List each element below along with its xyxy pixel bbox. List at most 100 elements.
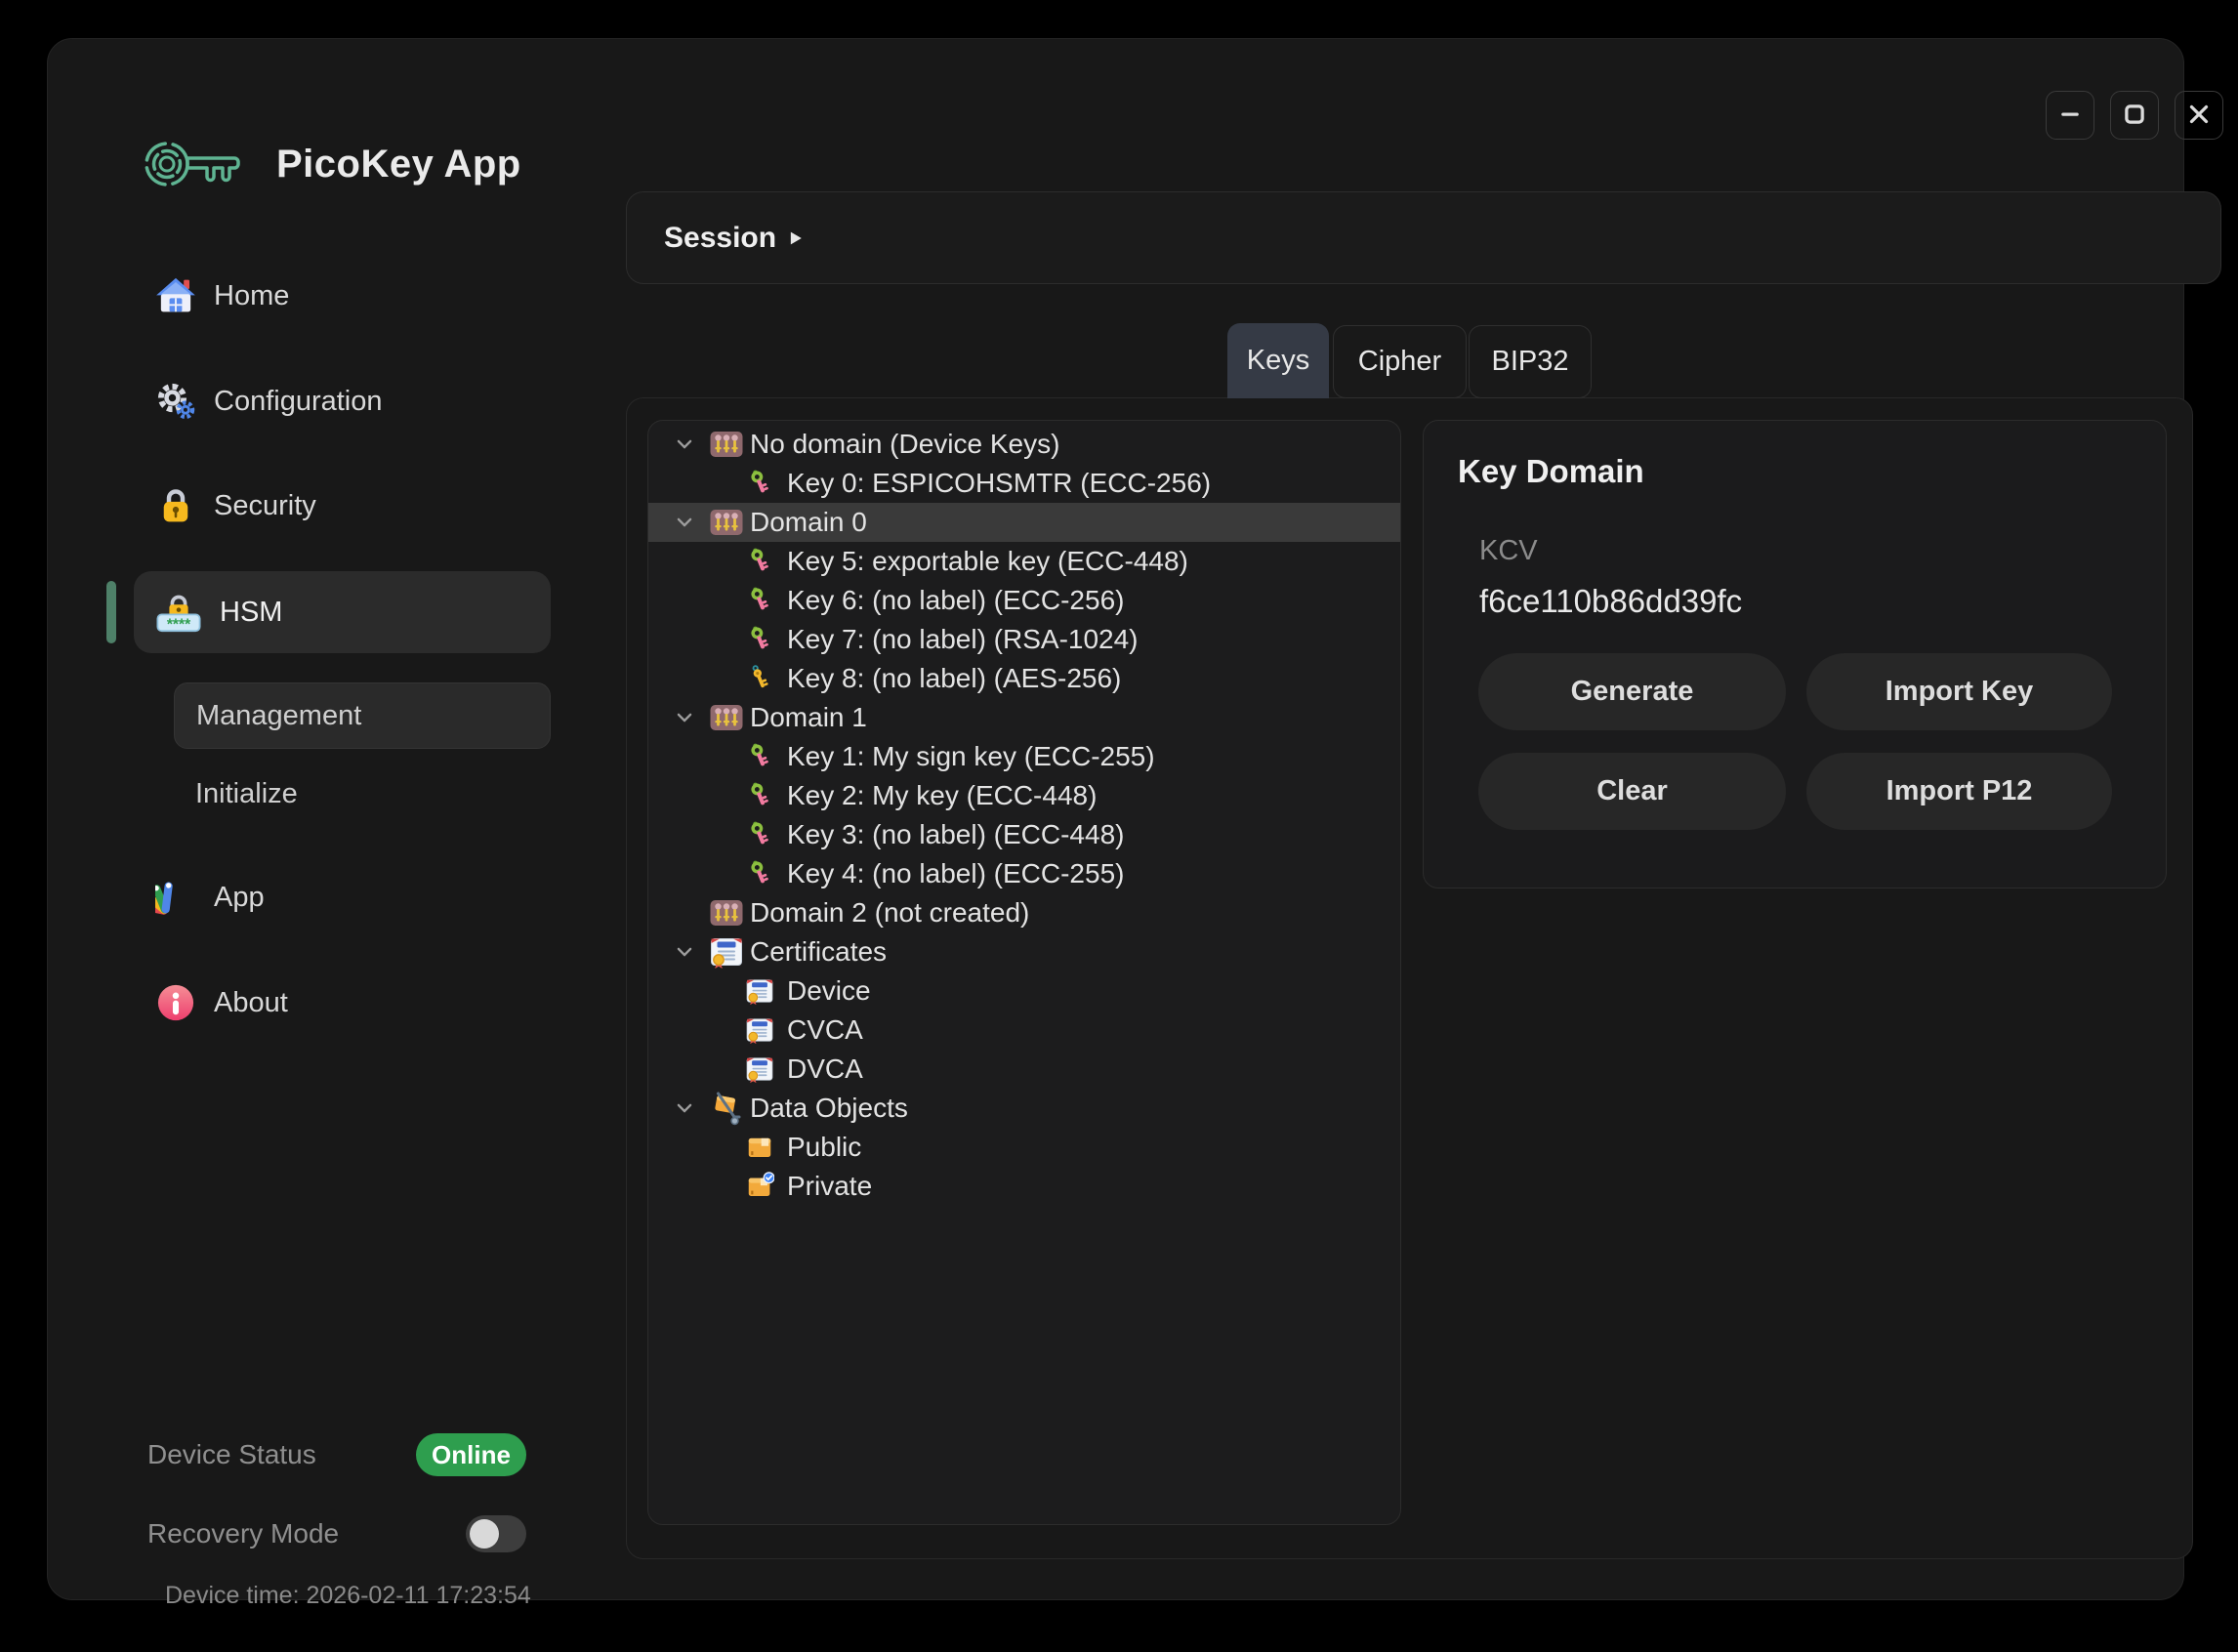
- tree-item-label: Device: [787, 975, 871, 1007]
- tab-keys[interactable]: Keys: [1227, 323, 1329, 398]
- tree-item-label: Key 6: (no label) (ECC-256): [787, 585, 1124, 616]
- tree-row[interactable]: Domain 2 (not created): [648, 893, 1400, 932]
- session-label: Session: [664, 222, 776, 255]
- sidebar-item-home[interactable]: Home: [134, 262, 551, 330]
- tree-item-label: Certificates: [750, 936, 887, 968]
- chevron-spacer: [674, 893, 709, 932]
- sidebar-item-label: Security: [214, 490, 316, 522]
- tree-row[interactable]: Domain 1: [648, 698, 1400, 737]
- sidebar-item-hsm[interactable]: **** HSM: [134, 571, 551, 653]
- sidebar-subitem-management[interactable]: Management: [174, 682, 551, 749]
- recovery-mode-toggle[interactable]: [466, 1515, 526, 1552]
- tree-row[interactable]: Key 5: exportable key (ECC-448): [648, 542, 1400, 581]
- gears-icon: [155, 381, 196, 422]
- chevron-down-icon[interactable]: [674, 503, 709, 542]
- sidebar-subitem-initialize[interactable]: Initialize: [174, 761, 551, 827]
- chevron-down-icon[interactable]: [674, 1089, 709, 1128]
- app-title: PicoKey App: [276, 143, 521, 186]
- tree-item-label: Domain 2 (not created): [750, 897, 1029, 929]
- color-fan-icon: [155, 877, 196, 918]
- package-check-icon: [745, 1172, 774, 1201]
- kcv-label: KCV: [1479, 535, 1538, 567]
- tree-item-label: Key 7: (no label) (RSA-1024): [787, 624, 1139, 655]
- tree-item-label: Key 1: My sign key (ECC-255): [787, 741, 1155, 772]
- key-green-icon: [745, 547, 774, 576]
- tree-row[interactable]: Key 7: (no label) (RSA-1024): [648, 620, 1400, 659]
- key-tree: No domain (Device Keys) Key 0: ESPICOHSMT…: [647, 420, 1401, 1525]
- info-icon: [155, 982, 196, 1023]
- tree-row[interactable]: DVCA: [648, 1050, 1400, 1089]
- generate-button[interactable]: Generate: [1478, 653, 1786, 730]
- sidebar-item-security[interactable]: Security: [134, 472, 551, 540]
- tree-row[interactable]: Key 4: (no label) (ECC-255): [648, 854, 1400, 893]
- package-icon: [745, 1133, 774, 1162]
- tree-item-label: Domain 1: [750, 702, 867, 733]
- sidebar-item-label: App: [214, 882, 265, 914]
- sidebar-item-about[interactable]: About: [134, 969, 551, 1037]
- sidebar-item-label: About: [214, 987, 288, 1019]
- certificate-icon: [745, 1054, 774, 1084]
- certificate-icon: [745, 976, 774, 1006]
- key-green-icon: [745, 469, 774, 498]
- tree-row[interactable]: Key 1: My sign key (ECC-255): [648, 737, 1400, 776]
- key-green-icon: [745, 859, 774, 888]
- tree-row[interactable]: Key 8: (no label) (AES-256): [648, 659, 1400, 698]
- session-expander[interactable]: Session: [626, 191, 2221, 284]
- tree-item-label: No domain (Device Keys): [750, 429, 1059, 460]
- chevron-down-icon[interactable]: [674, 698, 709, 737]
- window-controls: [2046, 91, 2223, 140]
- sidebar-item-label: Configuration: [214, 386, 383, 418]
- tree-row[interactable]: Key 2: My key (ECC-448): [648, 776, 1400, 815]
- tree-item-label: CVCA: [787, 1014, 863, 1046]
- sidebar-item-configuration[interactable]: Configuration: [134, 367, 551, 435]
- tree-row[interactable]: CVCA: [648, 1011, 1400, 1050]
- minimize-button[interactable]: [2046, 91, 2094, 140]
- tree-item-label: Public: [787, 1132, 861, 1163]
- tree-row[interactable]: Public: [648, 1128, 1400, 1167]
- close-button[interactable]: [2175, 91, 2223, 140]
- tree-row[interactable]: Certificates: [648, 932, 1400, 971]
- key-green-icon: [745, 820, 774, 849]
- clear-button[interactable]: Clear: [1478, 753, 1786, 830]
- tree-row[interactable]: Device: [648, 971, 1400, 1011]
- tree-row[interactable]: Key 6: (no label) (ECC-256): [648, 581, 1400, 620]
- toggle-knob: [470, 1519, 499, 1549]
- tree-row[interactable]: No domain (Device Keys): [648, 425, 1400, 464]
- tab-bip32[interactable]: BIP32: [1469, 325, 1592, 398]
- chevron-down-icon[interactable]: [674, 932, 709, 971]
- import-p12-button[interactable]: Import P12: [1806, 753, 2112, 830]
- tree-row[interactable]: Key 3: (no label) (ECC-448): [648, 815, 1400, 854]
- home-icon: [155, 275, 196, 316]
- minimize-icon: [2055, 100, 2085, 132]
- active-item-accent-bar: [106, 581, 116, 643]
- sidebar-item-label: Management: [196, 700, 361, 732]
- certificate-icon: [745, 1015, 774, 1045]
- tree-item-label: Data Objects: [750, 1093, 908, 1124]
- tree-row[interactable]: Data Objects: [648, 1089, 1400, 1128]
- tree-row[interactable]: Domain 0: [648, 503, 1400, 542]
- tab-cipher[interactable]: Cipher: [1333, 325, 1467, 398]
- app-logo-key-icon: [141, 135, 242, 193]
- tree-item-label: Key 4: (no label) (ECC-255): [787, 858, 1124, 889]
- device-status-label: Device Status: [147, 1439, 316, 1470]
- domain-icon: [709, 895, 744, 930]
- certificate-icon: [709, 934, 744, 970]
- device-status-badge: Online: [416, 1433, 526, 1476]
- tree-item-label: Key 2: My key (ECC-448): [787, 780, 1097, 811]
- password-lock-icon: ****: [155, 590, 202, 635]
- tree-item-label: Key 8: (no label) (AES-256): [787, 663, 1121, 694]
- tree-row[interactable]: Key 0: ESPICOHSMTR (ECC-256): [648, 464, 1400, 503]
- import-key-button[interactable]: Import Key: [1806, 653, 2112, 730]
- tree-row[interactable]: Private: [648, 1167, 1400, 1206]
- chevron-down-icon[interactable]: [674, 425, 709, 464]
- tree-item-label: Key 5: exportable key (ECC-448): [787, 546, 1188, 577]
- key-green-icon: [745, 625, 774, 654]
- kcv-value: f6ce110b86dd39fc: [1479, 583, 1742, 620]
- sidebar-item-app[interactable]: App: [134, 863, 551, 931]
- tree-item-label: DVCA: [787, 1053, 863, 1085]
- close-icon: [2184, 100, 2214, 132]
- tree-item-label: Key 3: (no label) (ECC-448): [787, 819, 1124, 850]
- maximize-button[interactable]: [2110, 91, 2159, 140]
- domain-icon: [709, 427, 744, 462]
- tree-item-label: Private: [787, 1171, 872, 1202]
